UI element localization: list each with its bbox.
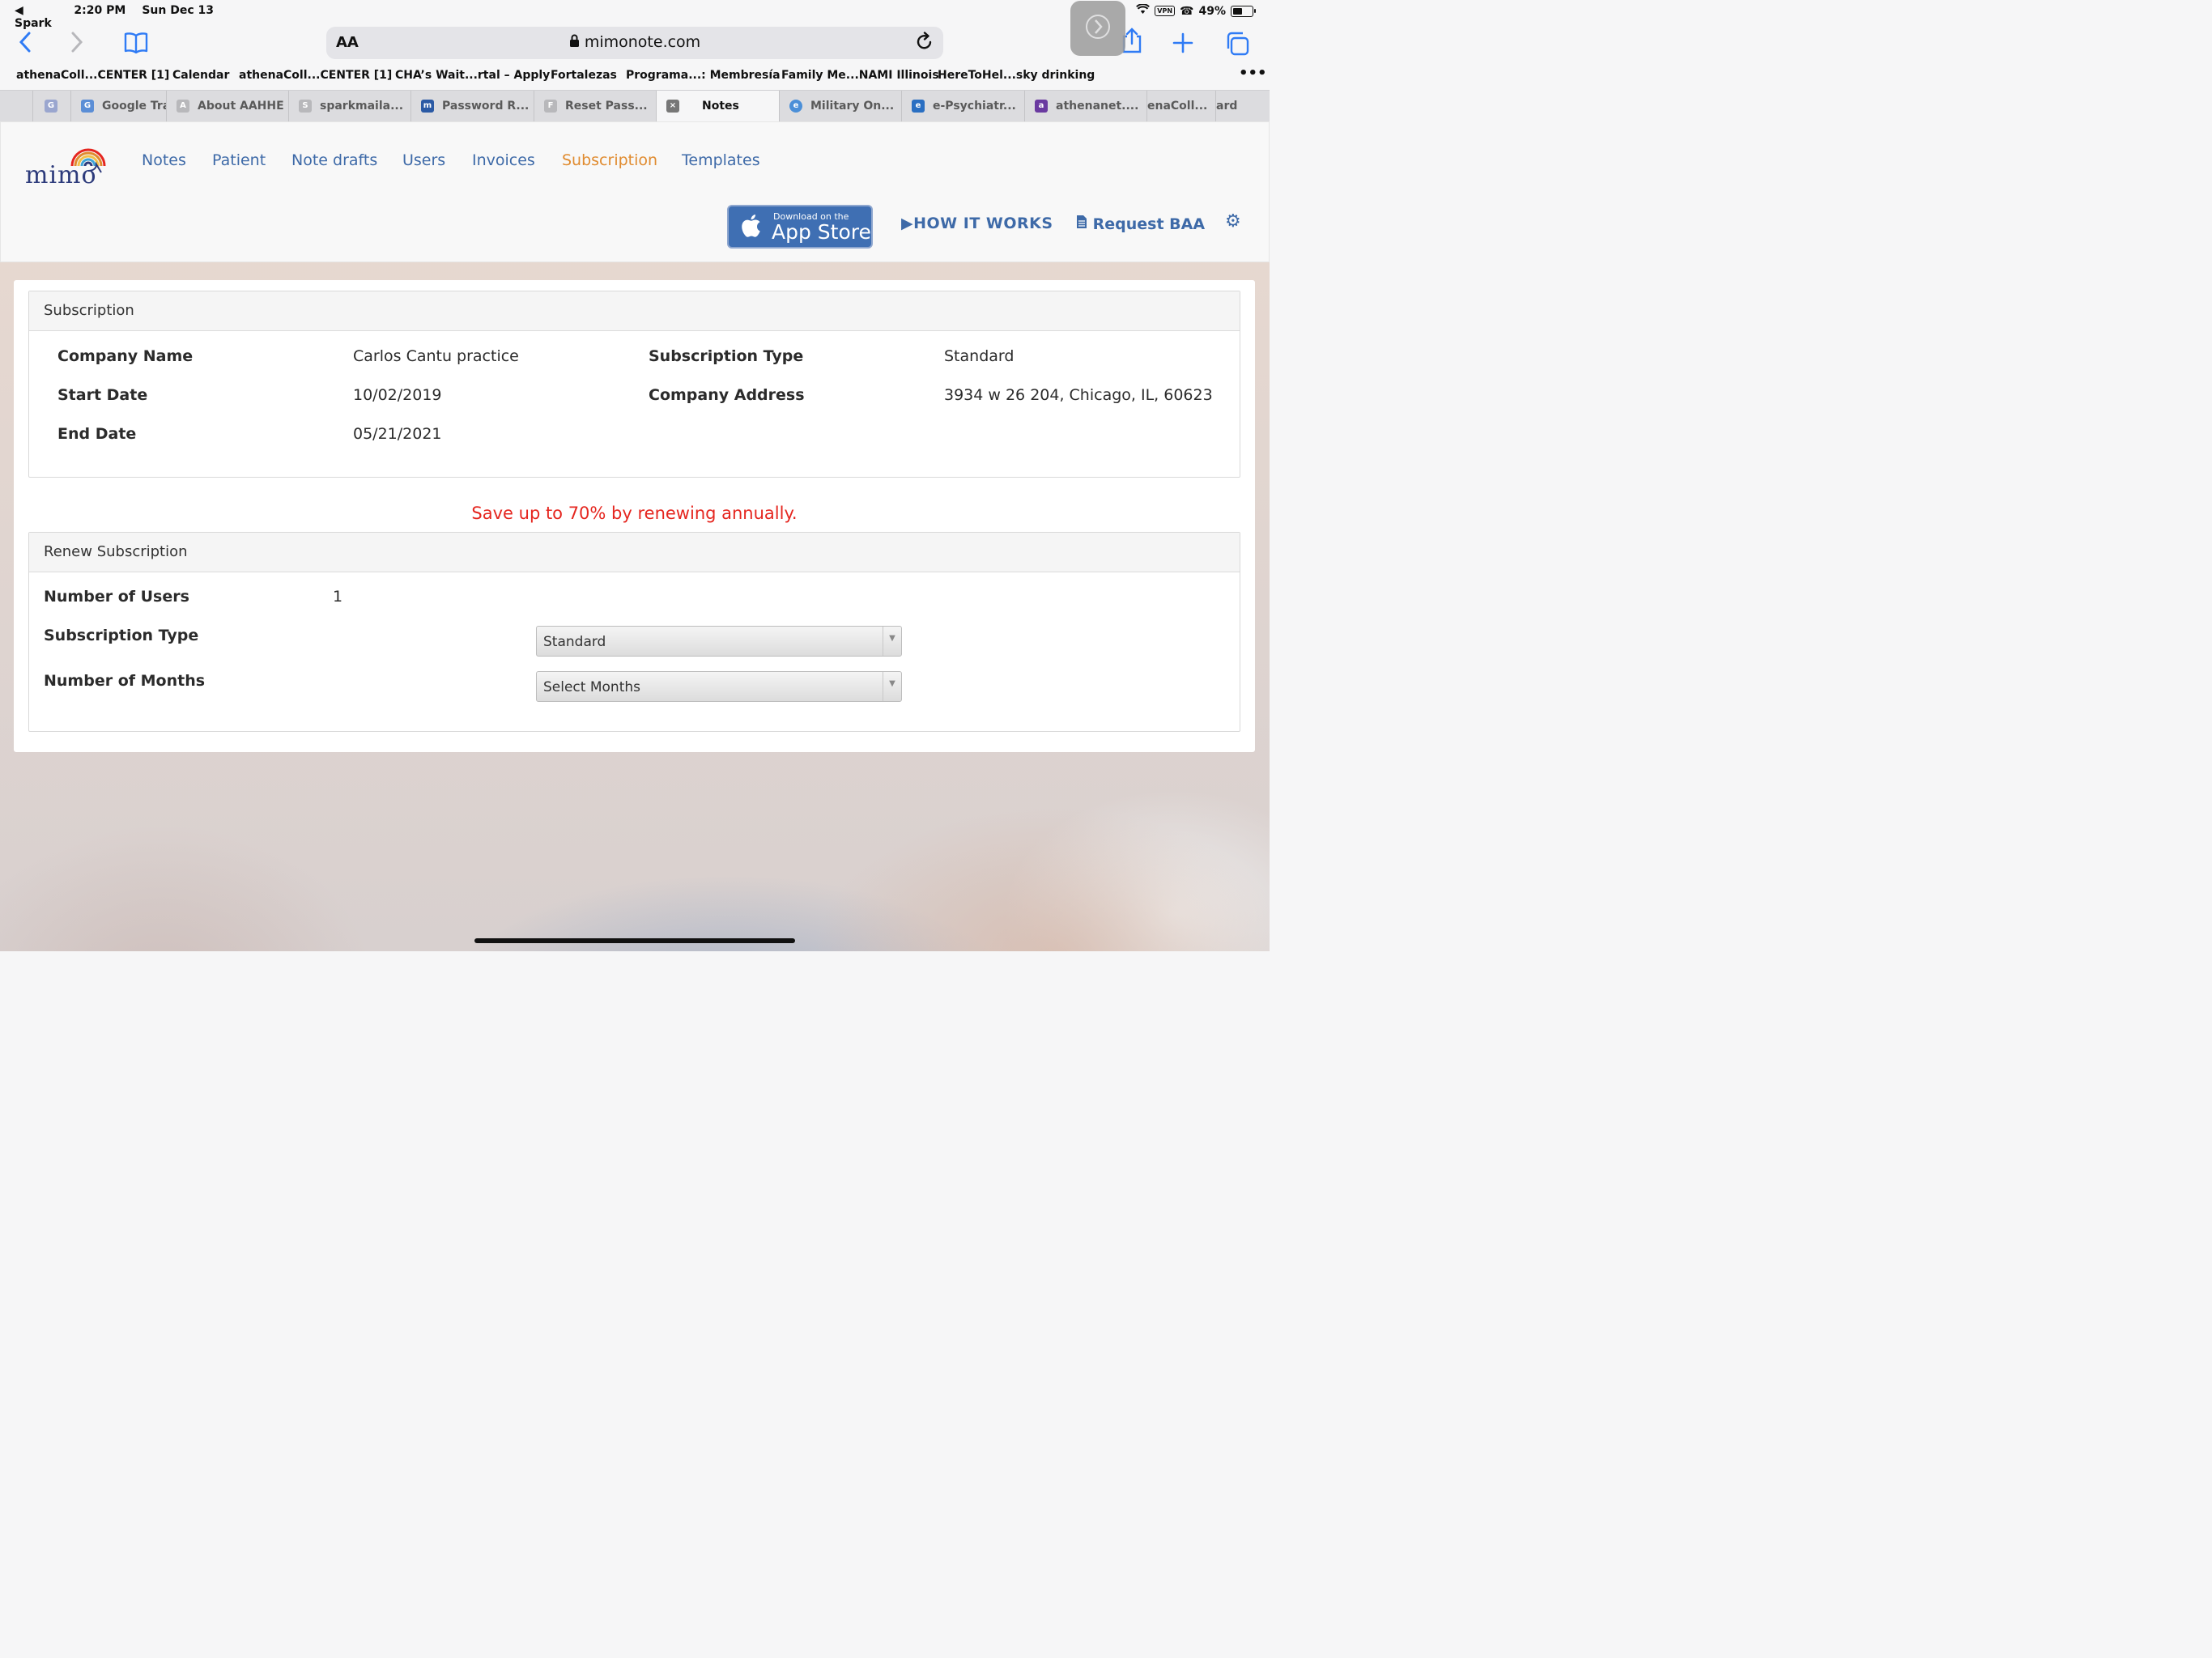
psychiatry-favicon-icon: e: [912, 100, 925, 113]
mimo-logo[interactable]: mimo: [25, 143, 106, 192]
end-date-label: End Date: [57, 425, 137, 443]
subscription-type-select[interactable]: Standard ▼: [536, 626, 902, 657]
company-name-label: Company Name: [57, 347, 194, 365]
dropdown-arrow-icon: ▼: [883, 672, 901, 701]
reload-icon[interactable]: [916, 32, 934, 56]
tab-item[interactable]: m Password R...: [410, 91, 534, 122]
tab-item[interactable]: Ssparkmaila...: [288, 91, 411, 122]
settings-gear-icon[interactable]: ⚙: [1225, 211, 1241, 232]
bookmark-item[interactable]: Family Me...NAMI Illinois: [781, 69, 939, 82]
number-of-users-value: 1: [333, 588, 343, 606]
back-chevron-icon[interactable]: [18, 23, 32, 66]
request-baa-link[interactable]: Request BAA: [1076, 215, 1205, 233]
subscription-panel: Subscription Company Name Carlos Cantu p…: [28, 291, 1240, 478]
bookmark-item[interactable]: athenaColl...CENTER [1]: [16, 69, 169, 82]
tab-bar: G G Google Tra A About AAHHE Ssparkmaila..…: [0, 90, 1270, 123]
bookmark-item[interactable]: CHA’s Wait...rtal – Apply: [395, 69, 550, 82]
play-icon: ▶: [901, 215, 914, 232]
number-of-users-label: Number of Users: [44, 588, 189, 606]
number-of-months-label: Number of Months: [44, 672, 206, 690]
home-indicator[interactable]: [474, 938, 795, 943]
tab-item[interactable]: G Google Tra: [70, 91, 167, 122]
military-favicon-icon: e: [789, 100, 802, 113]
nav-templates[interactable]: Templates: [682, 151, 760, 169]
site-header: mimo Notes Patient Note drafts Users Inv…: [0, 121, 1270, 262]
tab-item[interactable]: enaColl...: [1146, 91, 1216, 122]
app-store-badge-button[interactable]: Download on the App Store: [727, 205, 873, 249]
bookmarks-book-icon[interactable]: [124, 23, 148, 66]
tab-item[interactable]: A About AAHHE: [166, 91, 289, 122]
document-icon: [1076, 215, 1093, 233]
subscription-panel-title: Subscription: [29, 291, 1240, 331]
bookmark-item[interactable]: athenaColl...CENTER [1]: [239, 69, 392, 82]
more-ellipsis-icon[interactable]: •••: [1239, 65, 1267, 82]
bookmark-item[interactable]: Programa...: Membresía: [626, 69, 781, 82]
content-card: Subscription Company Name Carlos Cantu p…: [14, 280, 1255, 752]
nav-subscription[interactable]: Subscription: [562, 151, 657, 169]
renew-panel-title: Renew Subscription: [29, 533, 1240, 572]
forward-overlay-button[interactable]: [1070, 1, 1125, 56]
bookmark-item[interactable]: HereToHel...sky drinking: [938, 69, 1095, 82]
renew-subscription-panel: Renew Subscription Number of Users 1 Sub…: [28, 532, 1240, 732]
company-name-value: Carlos Cantu practice: [353, 347, 519, 365]
close-tab-icon[interactable]: ×: [666, 100, 679, 113]
lock-icon: [569, 33, 585, 51]
subscription-type-value: Standard: [944, 347, 1015, 365]
tab-notes-active[interactable]: × Notes: [656, 91, 780, 122]
athena-favicon-icon: a: [1035, 100, 1048, 113]
nav-users[interactable]: Users: [402, 151, 445, 169]
end-date-value: 05/21/2021: [353, 425, 442, 443]
wifi-icon: [1136, 3, 1151, 18]
renew-subscription-type-label: Subscription Type: [44, 627, 199, 644]
rainbow-favicon-icon: G: [45, 100, 57, 113]
nav-note-drafts[interactable]: Note drafts: [291, 151, 377, 169]
new-tab-plus-icon[interactable]: [1172, 23, 1193, 66]
company-address-value: 3934 w 26 204, Chicago, IL, 60623: [944, 386, 1213, 404]
company-address-label: Company Address: [649, 386, 805, 404]
nav-invoices[interactable]: Invoices: [472, 151, 535, 169]
call-forward-icon: ☎: [1180, 4, 1194, 18]
dropdown-arrow-icon: ▼: [883, 627, 901, 656]
bookmark-item[interactable]: Fortalezas: [551, 69, 617, 82]
password-favicon-icon: m: [421, 100, 434, 113]
battery-icon: [1231, 5, 1256, 17]
tab-item[interactable]: a athenanet....: [1024, 91, 1147, 122]
how-it-works-link[interactable]: ▶HOW IT WORKS: [901, 215, 1053, 232]
start-date-value: 10/02/2019: [353, 386, 442, 404]
letter-a-favicon-icon: A: [177, 100, 189, 113]
nav-patient[interactable]: Patient: [212, 151, 266, 169]
apple-logo-icon: [742, 215, 760, 237]
tab-item[interactable]: F Reset Pass...: [534, 91, 657, 122]
tab-item[interactable]: e e-Psychiatr...: [901, 91, 1025, 122]
bookmark-item[interactable]: Calendar: [172, 69, 229, 82]
address-bar[interactable]: AA mimonote.com: [326, 27, 943, 59]
tab-overview-icon[interactable]: [1224, 23, 1250, 69]
number-of-months-select[interactable]: Select Months ▼: [536, 671, 902, 702]
tab-item[interactable]: ard: [1215, 91, 1270, 122]
promo-message: Save up to 70% by renewing annually.: [471, 504, 798, 523]
battery-percent: 49%: [1198, 4, 1226, 18]
letter-s-favicon-icon: S: [299, 100, 312, 113]
tab-item[interactable]: G: [32, 91, 70, 122]
screen: ◀ Spark 2:20 PM Sun Dec 13 VPN ☎ 49% AA: [0, 0, 1270, 951]
nav-notes[interactable]: Notes: [142, 151, 186, 169]
google-translate-favicon-icon: G: [81, 100, 94, 113]
tab-item[interactable]: e Military On...: [779, 91, 902, 122]
subscription-type-label: Subscription Type: [649, 347, 804, 365]
favorites-bar: athenaColl...CENTER [1] Calendar athenaC…: [0, 65, 1270, 86]
url-text: mimonote.com: [326, 33, 943, 51]
start-date-label: Start Date: [57, 386, 148, 404]
vpn-badge: VPN: [1155, 6, 1176, 16]
forward-chevron-icon[interactable]: [70, 23, 84, 66]
letter-f-favicon-icon: F: [544, 100, 557, 113]
